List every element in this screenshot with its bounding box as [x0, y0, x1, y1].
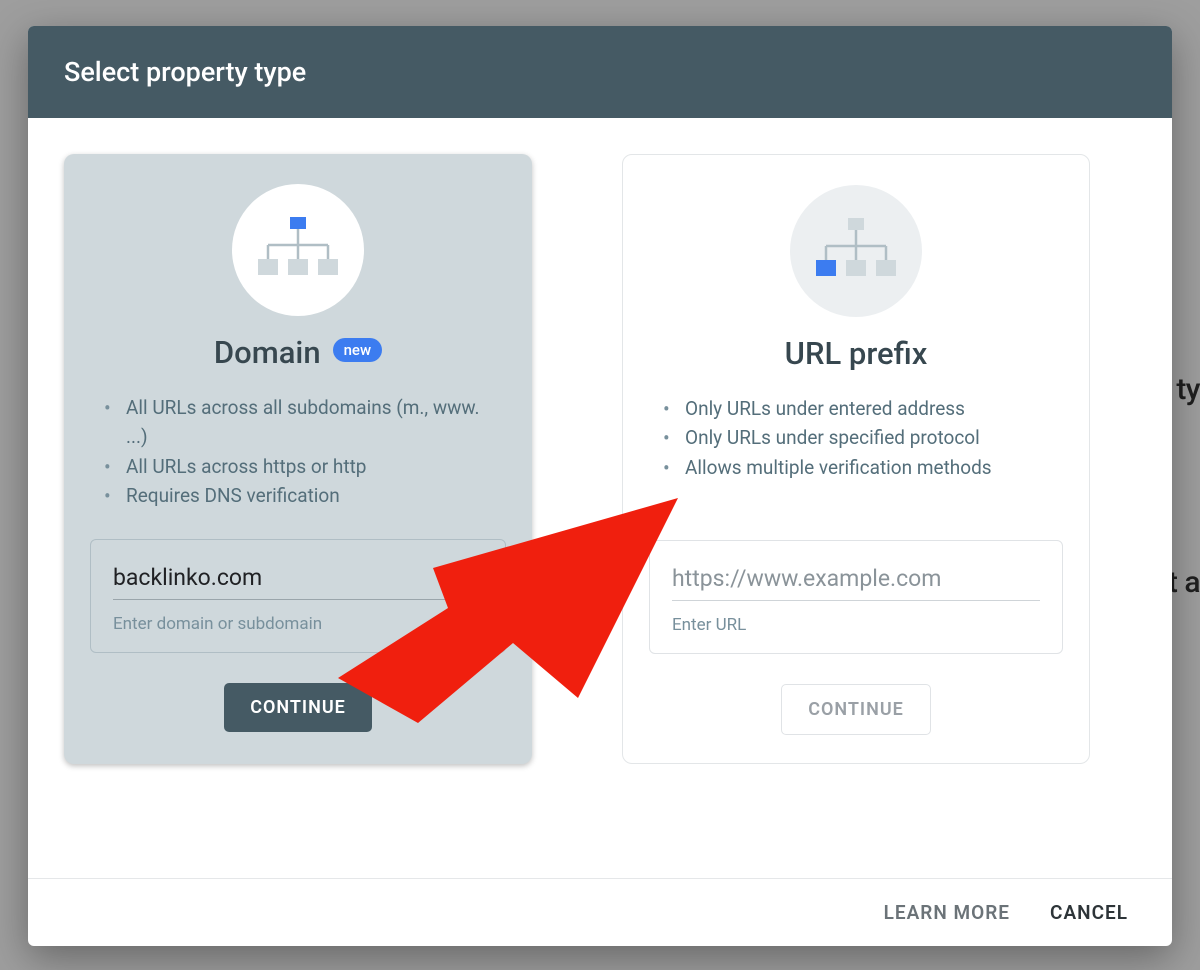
background-text: t a [1168, 565, 1200, 600]
domain-card[interactable]: Domain new All URLs across all subdomain… [64, 154, 532, 764]
bullet-item: All URLs across all subdomains (m., www.… [104, 393, 502, 452]
url-sitemap-icon [790, 185, 922, 317]
domain-continue-button[interactable]: CONTINUE [224, 683, 372, 732]
modal-title: Select property type [64, 56, 306, 88]
modal-footer: LEARN MORE CANCEL [28, 878, 1172, 946]
domain-bullets: All URLs across all subdomains (m., www.… [90, 393, 506, 511]
or-separator: or [532, 154, 622, 764]
learn-more-button[interactable]: LEARN MORE [884, 901, 1010, 924]
property-type-modal: Select property type [28, 26, 1172, 946]
modal-body: Domain new All URLs across all subdomain… [28, 118, 1172, 878]
url-input[interactable] [672, 561, 1040, 601]
bullet-item: All URLs across https or http [104, 452, 502, 481]
background-text: ty [1176, 372, 1200, 407]
domain-input[interactable] [113, 560, 483, 600]
bullet-item: Only URLs under entered address [663, 394, 1059, 423]
domain-sitemap-icon [232, 184, 364, 316]
bullet-item: Only URLs under specified protocol [663, 423, 1059, 452]
domain-input-box: Enter domain or subdomain [90, 539, 506, 653]
url-card-title: URL prefix [785, 335, 928, 372]
bullet-item: Allows multiple verification methods [663, 453, 1059, 482]
domain-input-help: Enter domain or subdomain [113, 614, 483, 634]
url-prefix-card[interactable]: URL prefix Only URLs under entered addre… [622, 154, 1090, 764]
url-continue-button[interactable]: CONTINUE [781, 684, 931, 735]
domain-card-title: Domain [214, 334, 321, 371]
new-badge: new [333, 338, 383, 362]
bullet-item: Requires DNS verification [104, 481, 502, 510]
cancel-button[interactable]: CANCEL [1050, 901, 1128, 924]
url-bullets: Only URLs under entered address Only URL… [649, 394, 1063, 512]
modal-header: Select property type [28, 26, 1172, 118]
url-input-help: Enter URL [672, 615, 1040, 635]
url-input-box: Enter URL [649, 540, 1063, 654]
